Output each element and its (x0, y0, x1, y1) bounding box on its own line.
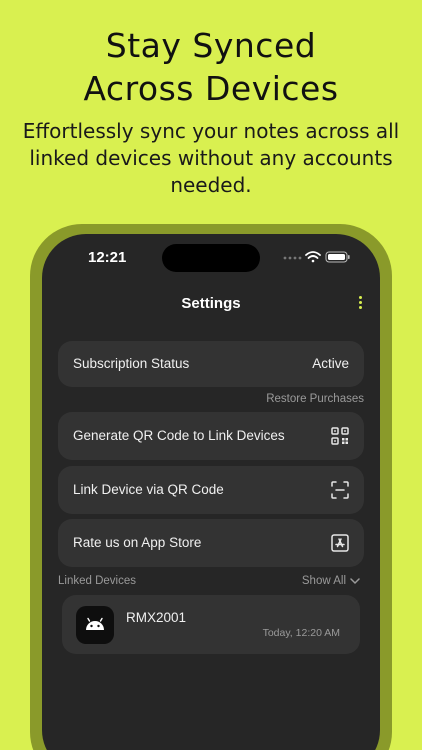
scan-frame-icon (331, 481, 349, 499)
qr-code-icon (331, 427, 349, 445)
linked-device-row[interactable]: RMX2001 Today, 12:20 AM (62, 595, 360, 654)
app-store-icon (331, 534, 349, 552)
device-avatar (76, 606, 114, 644)
rate-app-label: Rate us on App Store (73, 535, 202, 550)
link-device-label: Link Device via QR Code (73, 482, 224, 497)
wifi-icon (305, 251, 321, 263)
generate-qr-button[interactable]: Generate QR Code to Link Devices (58, 412, 364, 460)
status-time: 12:21 (88, 249, 127, 266)
page-title: Settings (181, 295, 241, 312)
subscription-status-row: Subscription Status Active (58, 341, 364, 387)
phone-screen: 12:21 Settings Subscription Status Activ… (42, 234, 380, 750)
status-icons (283, 251, 350, 263)
linked-devices-heading: Linked Devices (58, 575, 136, 587)
promo-subline: Effortlessly sync your notes across all … (22, 119, 400, 197)
device-last-sync: Today, 12:20 AM (262, 627, 340, 639)
subscription-value: Active (312, 356, 349, 371)
battery-icon (325, 251, 350, 263)
chevron-down-icon (350, 577, 360, 584)
headline-line-1: Stay Synced (105, 26, 317, 65)
device-name: RMX2001 (126, 610, 187, 625)
link-device-via-qr-button[interactable]: Link Device via QR Code (58, 466, 364, 514)
signal-dots-icon (283, 256, 302, 260)
promo-headline: Stay Synced Across Devices (0, 24, 422, 110)
show-all-label: Show All (301, 575, 346, 587)
android-icon (86, 617, 104, 630)
rate-app-store-button[interactable]: Rate us on App Store (58, 519, 364, 567)
headline-line-2: Across Devices (83, 69, 339, 108)
restore-purchases-link[interactable]: Restore Purchases (266, 393, 364, 405)
dynamic-island (162, 244, 260, 272)
subscription-label: Subscription Status (73, 356, 190, 371)
generate-qr-label: Generate QR Code to Link Devices (73, 428, 285, 443)
show-all-button[interactable]: Show All (302, 575, 360, 587)
kebab-menu-icon[interactable] (356, 296, 364, 312)
